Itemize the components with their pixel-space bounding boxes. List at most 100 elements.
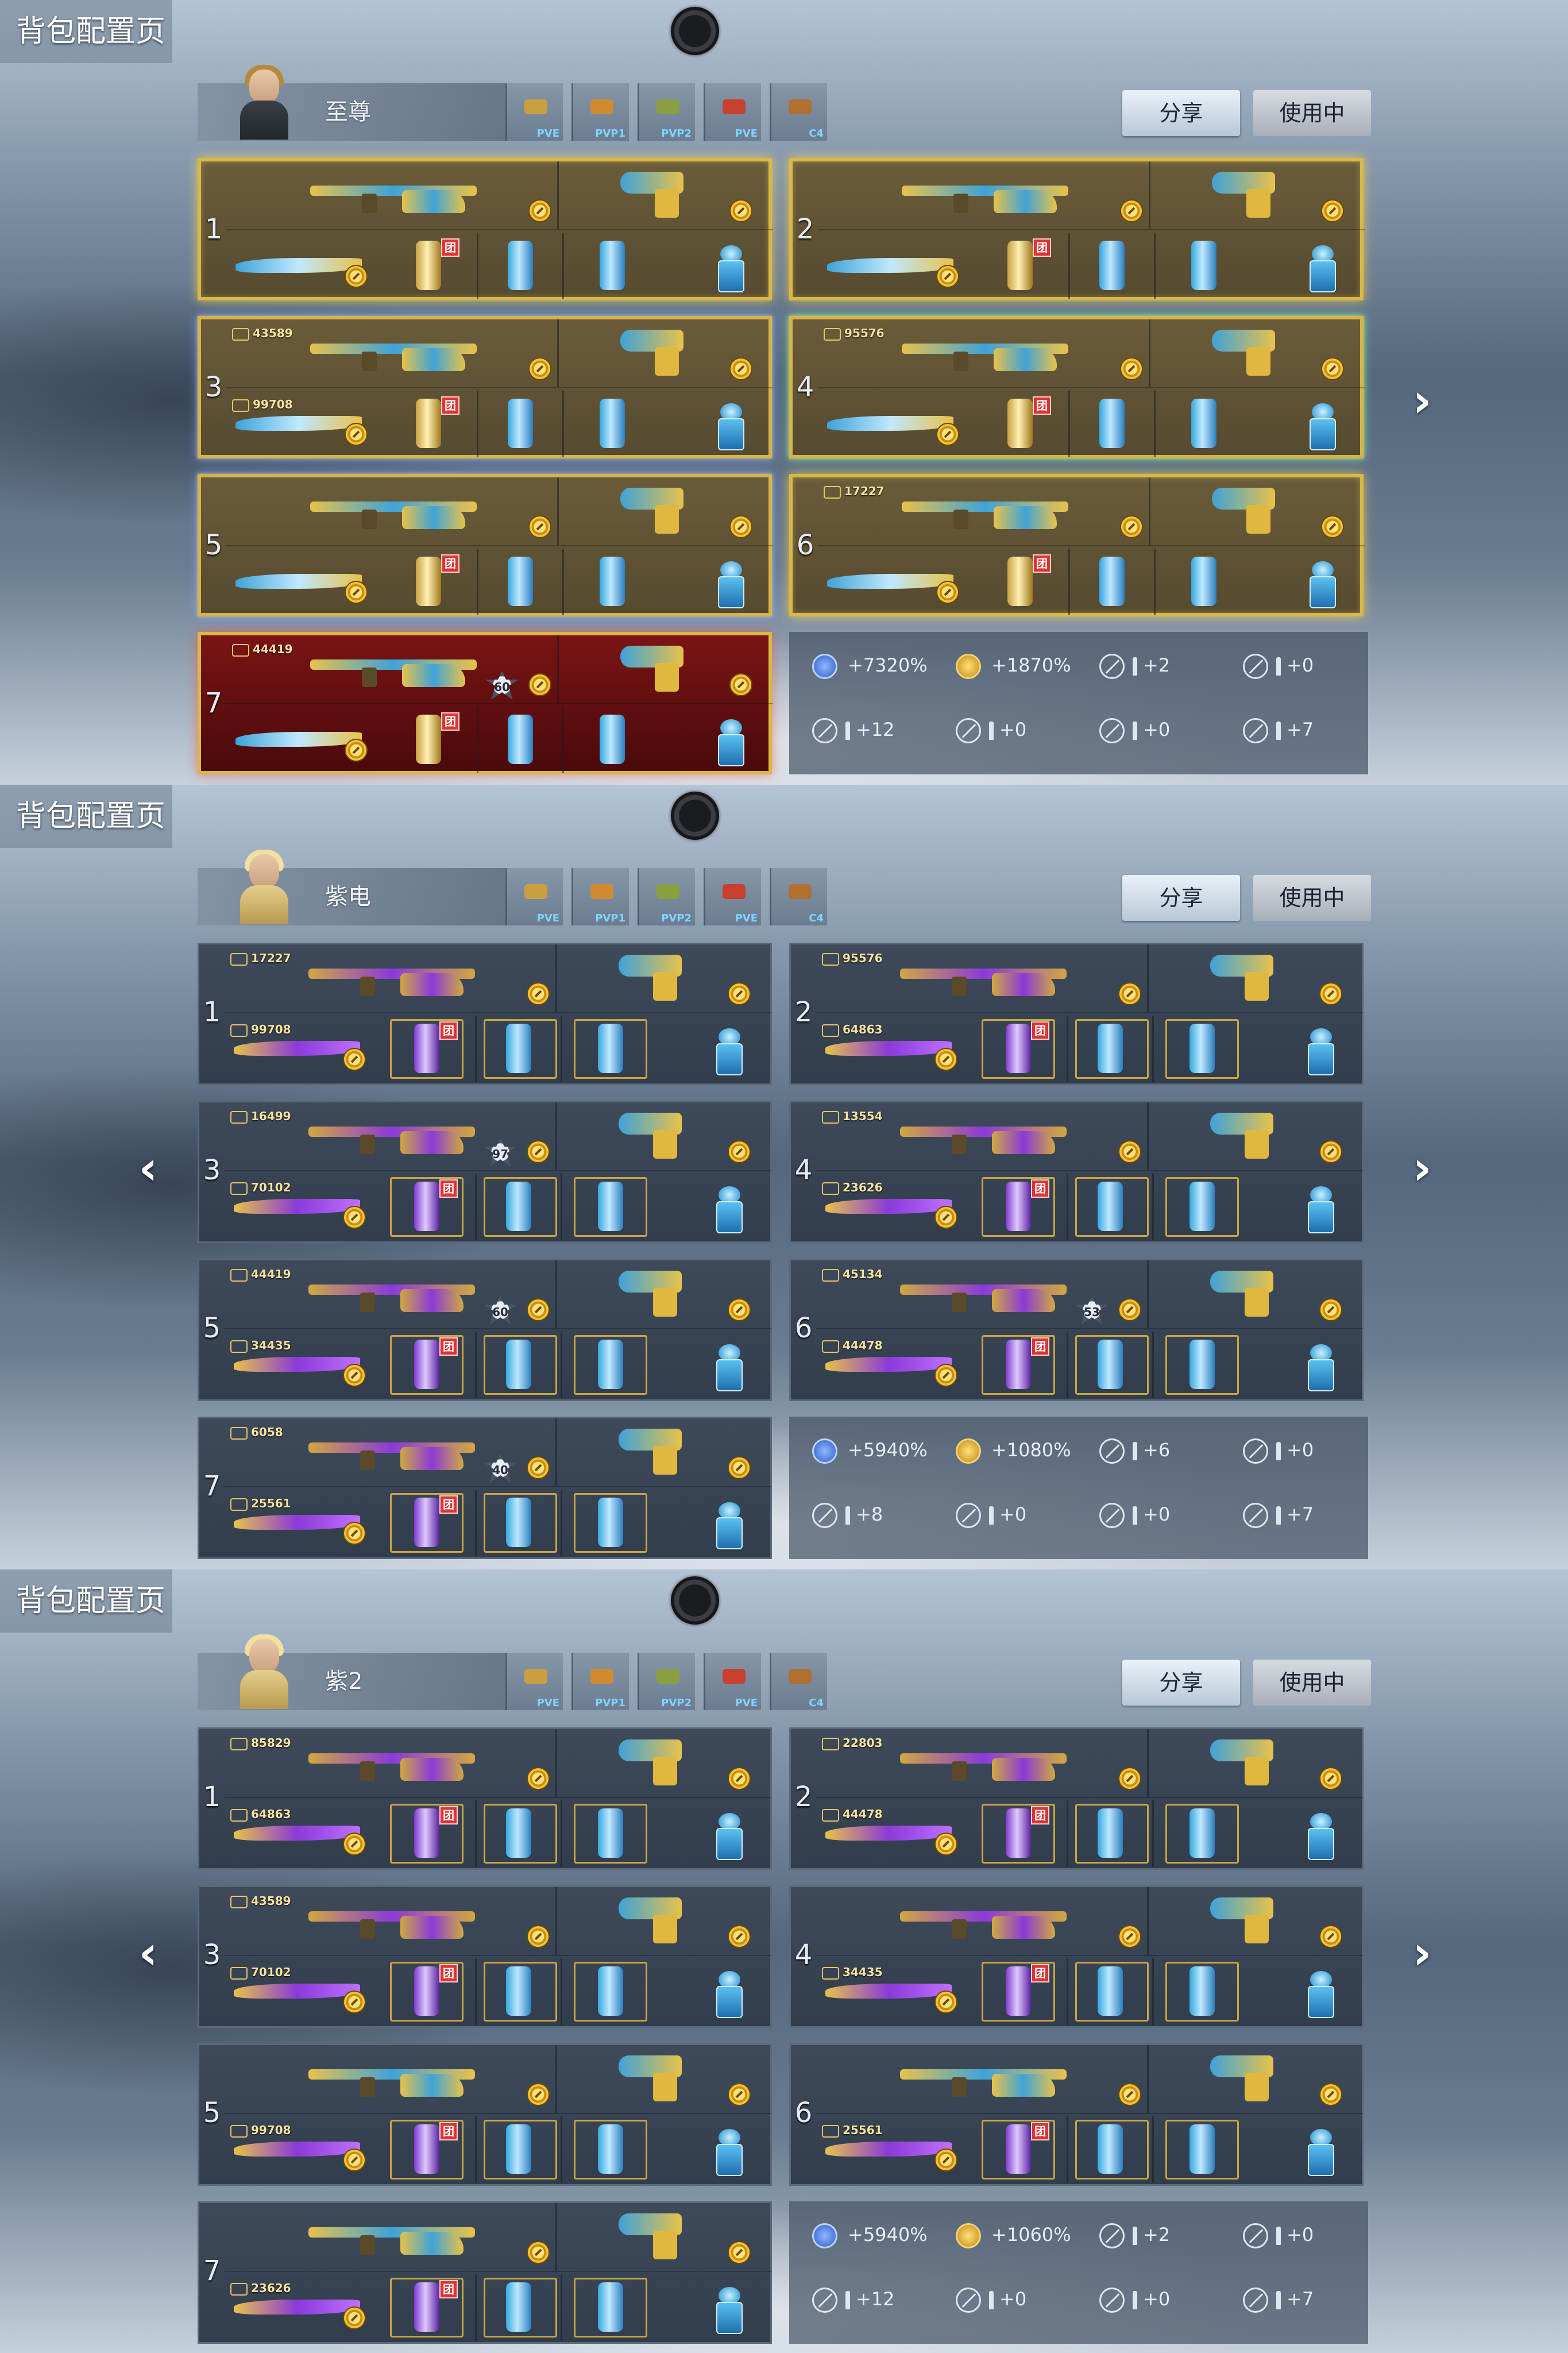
throwable-slot[interactable]: 团 — [383, 2116, 470, 2183]
throwable-slot[interactable] — [569, 391, 656, 457]
pistol-icon[interactable] — [619, 2213, 688, 2259]
armor-icon[interactable] — [1306, 1344, 1337, 1392]
throwable-slot[interactable] — [567, 1490, 654, 1556]
throwable-slot[interactable]: 团 — [975, 1016, 1062, 1082]
mode-tab-3[interactable]: PVE — [704, 83, 761, 141]
throwable-slot[interactable] — [475, 1174, 562, 1240]
pistol-icon[interactable] — [1210, 1739, 1279, 1785]
throwable-slot[interactable]: 团 — [975, 2116, 1062, 2183]
throwable-slot[interactable] — [1158, 2116, 1246, 2183]
pistol-icon[interactable] — [619, 1429, 688, 1475]
primary-weapon-icon[interactable] — [900, 1899, 1067, 1939]
throwable-slot[interactable]: 团 — [976, 391, 1064, 457]
armor-icon[interactable] — [716, 719, 747, 767]
throwable-slot[interactable] — [569, 549, 656, 615]
mode-tab-1[interactable]: PVP1 — [571, 1653, 629, 1710]
loadout-slot-card[interactable]: 5 44419 34435 60 团 — [198, 1259, 772, 1401]
loadout-slot-card[interactable]: 6 45134 44478 53 团 — [789, 1259, 1364, 1401]
throwable-slot[interactable] — [475, 2116, 562, 2183]
throwable-slot[interactable]: 团 — [975, 1174, 1062, 1240]
pistol-icon[interactable] — [619, 1739, 688, 1785]
next-page-arrow-icon[interactable]: › — [1405, 1145, 1439, 1191]
character-avatar[interactable]: 至尊 — [198, 65, 508, 141]
primary-weapon-icon[interactable] — [308, 2057, 475, 2097]
throwable-slot[interactable] — [475, 1490, 562, 1556]
throwable-slot[interactable] — [567, 1958, 654, 2025]
pistol-icon[interactable] — [619, 1113, 688, 1159]
next-page-arrow-icon[interactable]: › — [1405, 1930, 1439, 1976]
character-avatar[interactable]: 紫电 — [198, 850, 508, 925]
loadout-slot-card[interactable]: 6 17227 团 — [789, 474, 1365, 616]
primary-weapon-icon[interactable] — [308, 1272, 475, 1312]
pistol-icon[interactable] — [619, 955, 688, 1001]
next-page-arrow-icon[interactable]: › — [1405, 378, 1439, 424]
loadout-slot-card[interactable]: 5团 — [198, 474, 773, 616]
armor-icon[interactable] — [1306, 1028, 1337, 1077]
mode-tab-2[interactable]: PVP2 — [638, 83, 695, 141]
primary-weapon-icon[interactable] — [902, 173, 1068, 213]
mode-tab-1[interactable]: PVP1 — [571, 83, 629, 141]
throwable-slot[interactable] — [1067, 2116, 1154, 2183]
armor-icon[interactable] — [1307, 245, 1338, 294]
primary-weapon-icon[interactable] — [310, 647, 477, 687]
loadout-slot-card[interactable]: 2 22803 44478 团 — [789, 1727, 1364, 1870]
in-use-button[interactable]: 使用中 — [1253, 875, 1371, 921]
throwable-slot[interactable] — [1158, 1332, 1246, 1398]
mode-tab-3[interactable]: PVE — [704, 1653, 761, 1710]
armor-icon[interactable] — [716, 245, 747, 294]
loadout-slot-card[interactable]: 4 95576 团 — [789, 316, 1365, 458]
throwable-slot[interactable] — [1067, 1958, 1154, 2025]
pistol-icon[interactable] — [1210, 1897, 1279, 1943]
primary-weapon-icon[interactable] — [902, 331, 1068, 371]
throwable-slot[interactable] — [567, 1016, 654, 1082]
share-button[interactable]: 分享 — [1122, 90, 1240, 136]
primary-weapon-icon[interactable] — [308, 2215, 475, 2255]
armor-icon[interactable] — [716, 403, 747, 452]
share-button[interactable]: 分享 — [1122, 875, 1240, 921]
throwable-slot[interactable] — [477, 233, 564, 299]
throwable-slot[interactable] — [567, 1174, 654, 1240]
throwable-slot[interactable]: 团 — [383, 1800, 470, 1867]
throwable-slot[interactable] — [477, 707, 564, 773]
primary-weapon-icon[interactable] — [308, 1899, 475, 1939]
prev-page-arrow-icon[interactable]: ‹ — [131, 1930, 165, 1976]
loadout-slot-card[interactable]: 7 6058 25561 40 团 — [198, 1417, 772, 1559]
primary-weapon-icon[interactable] — [308, 956, 475, 996]
mode-tab-4[interactable]: C4 — [770, 83, 827, 141]
loadout-slot-card[interactable]: 4 34435 团 — [789, 1885, 1364, 2028]
pistol-icon[interactable] — [620, 330, 689, 376]
pistol-icon[interactable] — [1210, 1271, 1279, 1317]
armor-icon[interactable] — [714, 2287, 745, 2335]
pistol-icon[interactable] — [620, 488, 689, 534]
loadout-slot-card[interactable]: 6 25561 团 — [789, 2043, 1364, 2186]
throwable-slot[interactable] — [1068, 233, 1156, 299]
in-use-button[interactable]: 使用中 — [1253, 1660, 1371, 1706]
throwable-slot[interactable] — [1160, 549, 1248, 615]
primary-weapon-icon[interactable] — [308, 1741, 475, 1781]
throwable-slot[interactable] — [1158, 1016, 1246, 1082]
throwable-slot[interactable]: 团 — [976, 233, 1064, 299]
throwable-slot[interactable]: 团 — [976, 549, 1064, 615]
pistol-icon[interactable] — [619, 1271, 688, 1317]
pistol-icon[interactable] — [1210, 955, 1279, 1001]
throwable-slot[interactable]: 团 — [383, 1174, 470, 1240]
loadout-slot-card[interactable]: 3 43589 99708 团 — [198, 316, 773, 458]
throwable-slot[interactable] — [567, 1800, 654, 1867]
armor-icon[interactable] — [714, 2129, 745, 2177]
mode-tab-2[interactable]: PVP2 — [638, 868, 695, 925]
throwable-slot[interactable] — [1160, 391, 1248, 457]
pistol-icon[interactable] — [1212, 488, 1281, 534]
throwable-slot[interactable] — [1067, 1174, 1154, 1240]
loadout-slot-card[interactable]: 4 13554 23626 团 — [789, 1101, 1364, 1243]
throwable-slot[interactable]: 团 — [383, 1332, 470, 1398]
primary-weapon-icon[interactable] — [902, 489, 1068, 529]
mode-tab-0[interactable]: PVE — [505, 868, 563, 925]
throwable-slot[interactable] — [475, 1958, 562, 2025]
armor-icon[interactable] — [1306, 1186, 1337, 1235]
throwable-slot[interactable]: 团 — [383, 1490, 470, 1556]
throwable-slot[interactable]: 团 — [975, 1958, 1062, 2025]
armor-icon[interactable] — [1306, 1813, 1337, 1861]
throwable-slot[interactable]: 团 — [383, 1958, 470, 2025]
armor-icon[interactable] — [1307, 561, 1338, 610]
share-button[interactable]: 分享 — [1122, 1660, 1240, 1706]
